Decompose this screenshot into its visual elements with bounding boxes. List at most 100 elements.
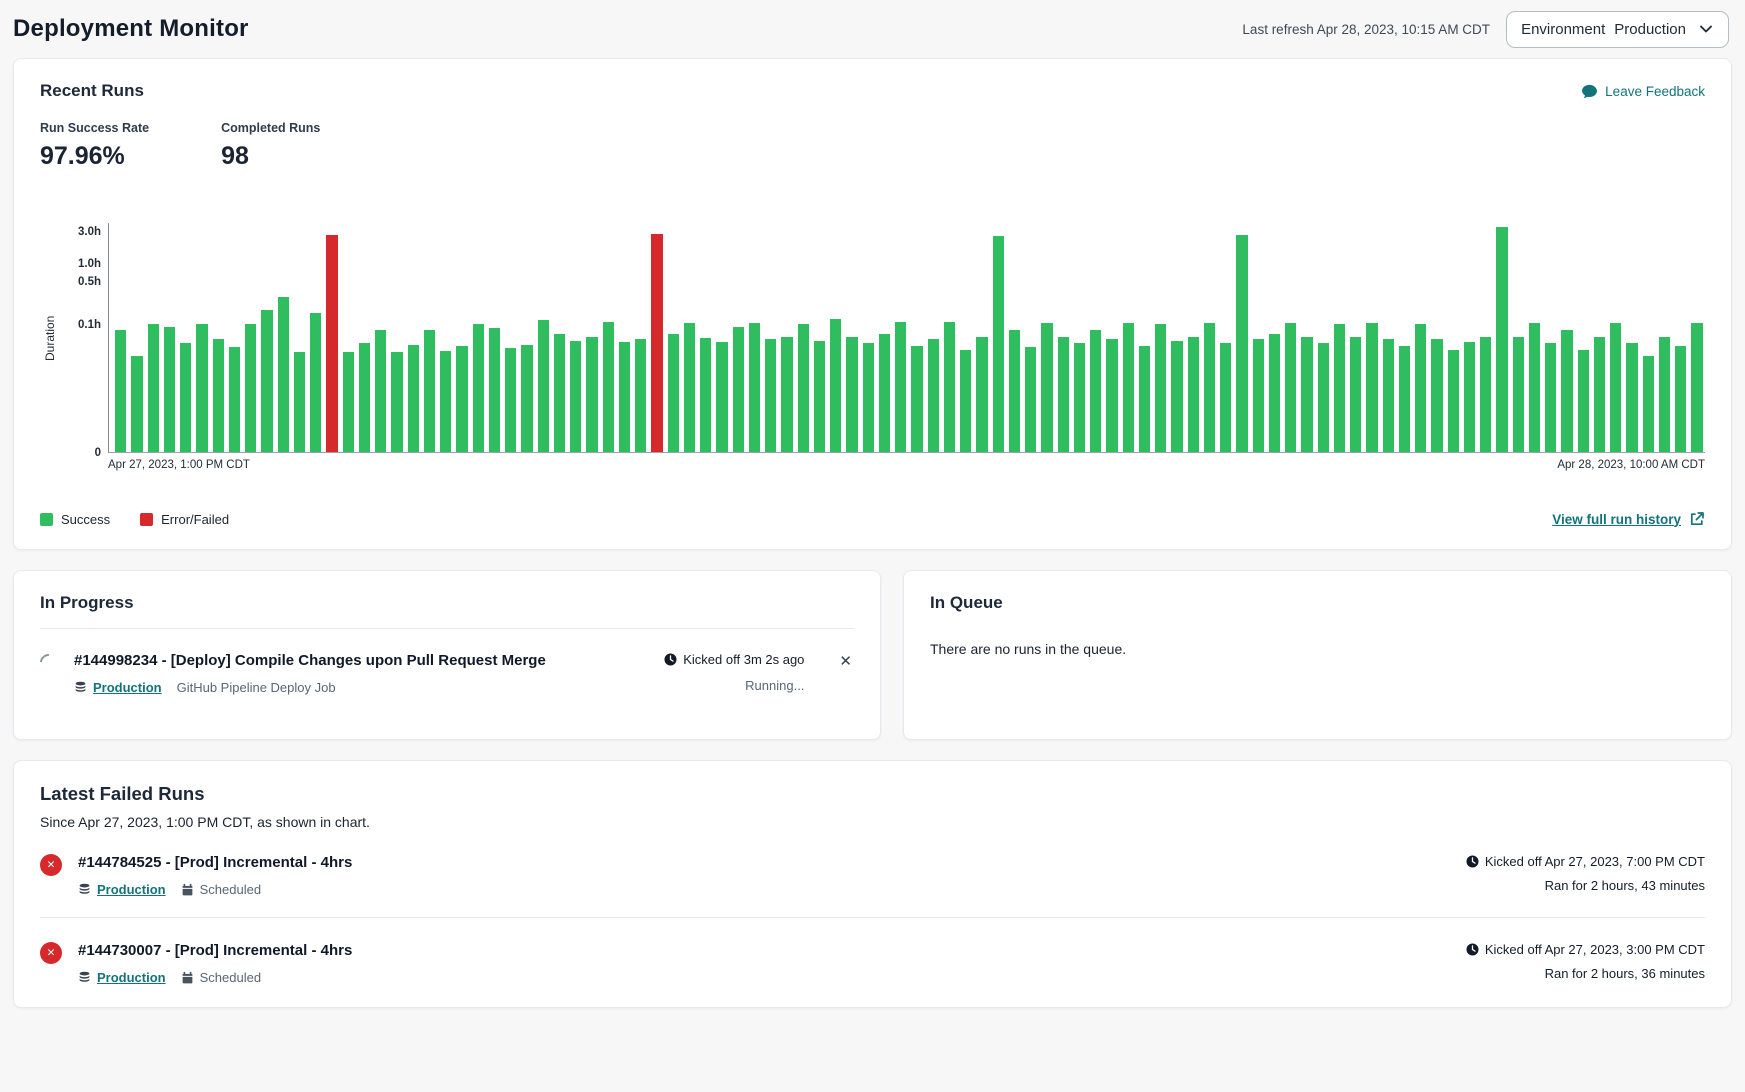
run-bar-success[interactable] (408, 345, 419, 453)
run-bar-success[interactable] (635, 339, 646, 452)
run-bar-success[interactable] (261, 310, 272, 452)
environment-link[interactable]: Production (78, 882, 166, 897)
run-bar-success[interactable] (1025, 347, 1036, 452)
run-bar-success[interactable] (863, 343, 874, 452)
run-bar-success[interactable] (245, 324, 256, 452)
run-bar-success[interactable] (359, 343, 370, 452)
run-bar-success[interactable] (1626, 343, 1637, 452)
run-bar-failed[interactable] (326, 235, 337, 452)
run-bar-success[interactable] (1561, 330, 1572, 452)
run-bar-success[interactable] (180, 343, 191, 452)
run-bar-success[interactable] (944, 322, 955, 453)
run-bar-success[interactable] (570, 341, 581, 452)
environment-link[interactable]: Production (78, 970, 166, 985)
run-bar-success[interactable] (1513, 337, 1524, 452)
run-bar-success[interactable] (1285, 323, 1296, 452)
run-bar-success[interactable] (895, 322, 906, 452)
run-bar-success[interactable] (1074, 343, 1085, 452)
run-bar-success[interactable] (196, 324, 207, 452)
run-bar-success[interactable] (1058, 337, 1069, 452)
run-bar-success[interactable] (1350, 337, 1361, 452)
run-bar-success[interactable] (586, 337, 597, 452)
run-bar-success[interactable] (1318, 343, 1329, 452)
run-bar-success[interactable] (1496, 227, 1507, 452)
run-bar-success[interactable] (424, 330, 435, 452)
run-bar-success[interactable] (716, 342, 727, 452)
environment-dropdown[interactable]: Environment Production (1506, 11, 1729, 48)
run-bar-success[interactable] (505, 348, 516, 452)
run-bar-success[interactable] (1204, 323, 1215, 452)
run-bar-success[interactable] (781, 337, 792, 452)
run-bar-success[interactable] (1009, 330, 1020, 452)
run-bar-success[interactable] (1090, 330, 1101, 452)
run-bar-success[interactable] (1188, 337, 1199, 452)
environment-link[interactable]: Production (74, 680, 162, 695)
run-bar-success[interactable] (1383, 339, 1394, 452)
run-bar-success[interactable] (1610, 323, 1621, 452)
run-bar-success[interactable] (1366, 323, 1377, 452)
run-bar-success[interactable] (1691, 323, 1702, 452)
run-bar-success[interactable] (928, 339, 939, 452)
run-bar-success[interactable] (1155, 324, 1166, 452)
run-bar-success[interactable] (1415, 324, 1426, 453)
run-bar-success[interactable] (1269, 334, 1280, 452)
run-bar-success[interactable] (619, 342, 630, 452)
run-bar-success[interactable] (1675, 346, 1686, 452)
run-bar-success[interactable] (1139, 346, 1150, 452)
run-bar-success[interactable] (1594, 337, 1605, 452)
run-bar-success[interactable] (1220, 343, 1231, 452)
run-bar-success[interactable] (749, 323, 760, 452)
run-bar-success[interactable] (603, 322, 614, 453)
run-bar-success[interactable] (148, 324, 159, 452)
run-bar-success[interactable] (489, 328, 500, 452)
run-bar-success[interactable] (1334, 324, 1345, 452)
run-bar-success[interactable] (993, 236, 1004, 452)
run-bar-success[interactable] (1171, 341, 1182, 452)
run-bar-success[interactable] (668, 334, 679, 452)
run-bar-success[interactable] (1123, 323, 1134, 452)
run-bar-success[interactable] (1545, 343, 1556, 452)
run-bar-success[interactable] (879, 334, 890, 452)
run-bar-success[interactable] (1529, 323, 1540, 452)
run-bar-success[interactable] (229, 347, 240, 452)
run-bar-success[interactable] (115, 330, 126, 452)
run-bar-success[interactable] (1464, 342, 1475, 452)
run-bar-success[interactable] (1253, 339, 1264, 452)
leave-feedback-link[interactable]: Leave Feedback (1581, 83, 1705, 100)
run-bar-success[interactable] (278, 297, 289, 453)
run-bar-success[interactable] (814, 341, 825, 452)
run-bar-success[interactable] (1399, 346, 1410, 452)
run-bar-success[interactable] (1659, 337, 1670, 452)
run-bar-success[interactable] (700, 338, 711, 452)
view-full-run-history-link[interactable]: View full run history (1552, 511, 1705, 527)
run-bar-success[interactable] (391, 352, 402, 452)
run-bar-success[interactable] (310, 313, 321, 452)
run-bar-success[interactable] (164, 327, 175, 452)
run-bar-success[interactable] (213, 339, 224, 452)
close-icon[interactable]: ✕ (837, 652, 854, 671)
run-bar-success[interactable] (1643, 356, 1654, 452)
run-bar-success[interactable] (375, 330, 386, 452)
run-bar-success[interactable] (846, 337, 857, 452)
run-bar-success[interactable] (456, 346, 467, 452)
run-bar-success[interactable] (521, 345, 532, 453)
run-bar-success[interactable] (538, 320, 549, 452)
run-bar-failed[interactable] (651, 234, 662, 452)
run-bar-success[interactable] (554, 334, 565, 452)
run-bar-success[interactable] (684, 323, 695, 452)
run-bar-success[interactable] (976, 337, 987, 452)
run-bar-success[interactable] (1106, 339, 1117, 452)
run-bar-success[interactable] (1301, 337, 1312, 452)
run-bar-success[interactable] (440, 351, 451, 452)
run-bar-success[interactable] (1431, 339, 1442, 452)
run-bar-success[interactable] (1041, 323, 1052, 452)
run-bar-success[interactable] (343, 352, 354, 452)
run-bar-success[interactable] (294, 352, 305, 452)
run-bar-success[interactable] (798, 324, 809, 452)
run-bar-success[interactable] (765, 339, 776, 452)
run-bar-success[interactable] (1578, 350, 1589, 452)
run-bar-success[interactable] (1236, 235, 1247, 452)
run-bar-success[interactable] (1480, 337, 1491, 452)
run-bar-success[interactable] (131, 356, 142, 452)
run-bar-success[interactable] (911, 346, 922, 452)
